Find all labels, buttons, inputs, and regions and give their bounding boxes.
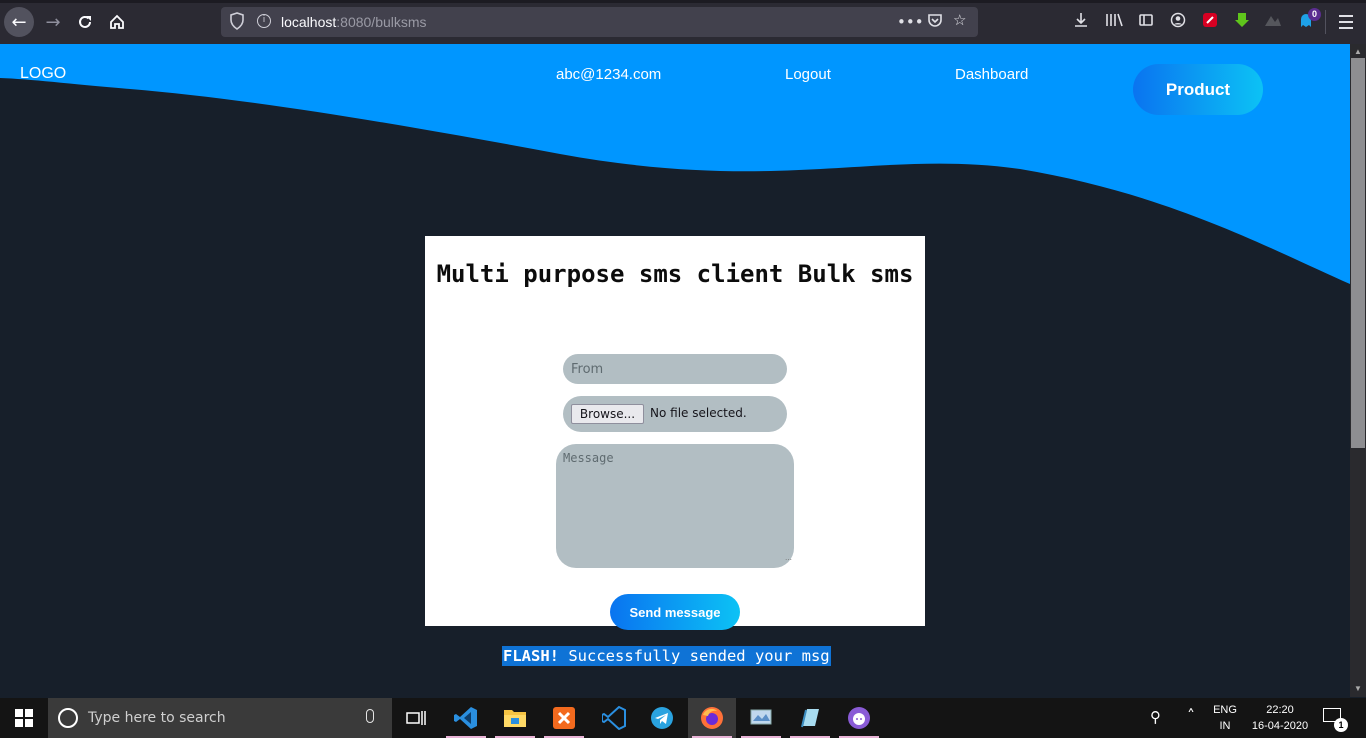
from-input[interactable] — [563, 354, 787, 384]
toolbar-separator — [1325, 10, 1326, 34]
browser-toolbar: ← → i localhost:8080/bulksms ••• ☆ 0 — [0, 0, 1366, 44]
people-icon[interactable]: ⚲ — [1150, 708, 1161, 726]
vscode-alt-icon[interactable] — [590, 698, 638, 738]
page-scrollbar[interactable]: ▲ ▼ — [1350, 44, 1366, 697]
notification-count-badge: 1 — [1334, 718, 1348, 732]
language-indicator[interactable]: ENG IN — [1210, 702, 1240, 734]
vscode-icon[interactable] — [442, 698, 490, 738]
info-icon[interactable]: i — [257, 14, 271, 28]
reload-icon[interactable] — [70, 7, 100, 37]
notepad-icon[interactable] — [786, 698, 834, 738]
tab-strip — [0, 0, 1366, 3]
microphone-icon[interactable] — [366, 709, 374, 723]
windows-taskbar: Type here to search ⚲ ˄ ENG IN 22:20 16-… — [0, 698, 1366, 738]
taskbar-search-placeholder: Type here to search — [88, 710, 226, 726]
flash-message: FLASH! Successfully sended your msg — [502, 646, 831, 666]
url-text[interactable]: localhost:8080/bulksms — [281, 14, 427, 30]
region-code: IN — [1219, 720, 1231, 732]
site-logo[interactable]: LOGO — [20, 65, 66, 83]
system-clock[interactable]: 22:20 16-04-2020 — [1250, 702, 1310, 734]
account-icon[interactable] — [1168, 12, 1188, 32]
tray-chevron-up-icon[interactable]: ˄ — [1187, 706, 1195, 725]
nav-dashboard-link[interactable]: Dashboard — [955, 66, 1028, 83]
message-textarea[interactable] — [556, 444, 794, 568]
sidebar-icon[interactable] — [1136, 12, 1156, 32]
taskbar-search-box[interactable]: Type here to search — [48, 698, 392, 738]
shield-icon[interactable] — [229, 12, 245, 30]
scroll-down-arrow-icon[interactable]: ▼ — [1354, 684, 1362, 693]
extension-grey-icon[interactable] — [1263, 12, 1283, 32]
back-arrow-icon[interactable]: ← — [4, 7, 34, 37]
page-content: LOGO abc@1234.com Logout Dashboard Produ… — [0, 44, 1350, 697]
pocket-icon[interactable] — [927, 12, 943, 32]
forward-arrow-icon[interactable]: → — [38, 7, 68, 37]
home-icon[interactable] — [102, 7, 132, 37]
browse-button[interactable]: Browse... — [571, 404, 644, 424]
extension-badge: 0 — [1308, 8, 1321, 21]
textarea-resize-grip-icon[interactable]: ⋯ — [785, 557, 792, 564]
url-bar[interactable]: i localhost:8080/bulksms ••• ☆ — [221, 7, 978, 37]
scrollbar-thumb[interactable] — [1351, 58, 1365, 448]
xampp-icon[interactable] — [540, 698, 588, 738]
control-panel-icon[interactable] — [737, 698, 785, 738]
send-message-button[interactable]: Send message — [610, 594, 740, 630]
clock-date: 16-04-2020 — [1251, 720, 1309, 732]
extension-download-icon[interactable] — [1232, 12, 1252, 32]
github-desktop-icon[interactable] — [835, 698, 883, 738]
file-input[interactable]: Browse... No file selected. — [563, 396, 787, 432]
windows-start-icon[interactable] — [0, 698, 48, 738]
task-view-icon[interactable] — [392, 698, 440, 738]
file-explorer-icon[interactable] — [491, 698, 539, 738]
more-dots-icon[interactable]: ••• — [897, 13, 924, 31]
product-button[interactable]: Product — [1133, 64, 1263, 115]
language-code: ENG — [1213, 704, 1237, 716]
extension-red-icon[interactable] — [1200, 12, 1220, 32]
file-status-text: No file selected. — [650, 406, 747, 420]
download-icon[interactable] — [1071, 12, 1091, 32]
nav-user-email[interactable]: abc@1234.com — [556, 66, 661, 83]
firefox-icon[interactable] — [688, 698, 736, 738]
flash-text: Successfully sended your msg — [559, 647, 830, 665]
sms-form-card: Multi purpose sms client Bulk sms Browse… — [425, 236, 925, 630]
telegram-icon[interactable] — [638, 698, 686, 738]
clock-time: 22:20 — [1266, 704, 1294, 716]
library-icon[interactable] — [1104, 12, 1124, 32]
form-title: Multi purpose sms client Bulk sms — [436, 260, 914, 288]
scroll-up-arrow-icon[interactable]: ▲ — [1354, 47, 1362, 56]
hamburger-menu-icon[interactable] — [1336, 11, 1356, 33]
cortana-icon — [58, 708, 78, 728]
url-path: :8080/bulksms — [336, 14, 427, 30]
flash-label: FLASH! — [503, 647, 559, 665]
url-host: localhost — [281, 14, 337, 30]
nav-logout-link[interactable]: Logout — [785, 66, 831, 83]
star-icon[interactable]: ☆ — [953, 11, 966, 29]
